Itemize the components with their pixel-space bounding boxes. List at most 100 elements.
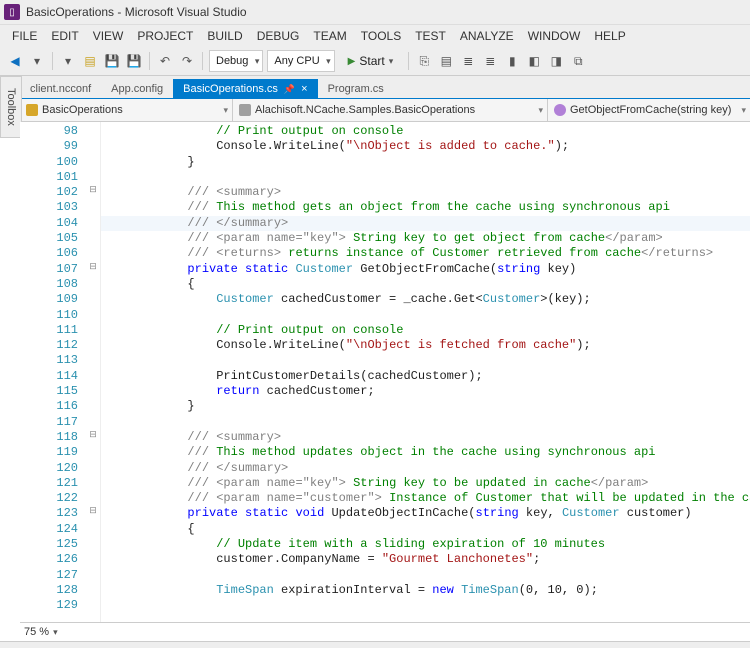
- code-line[interactable]: /// <summary>: [101, 430, 750, 445]
- code-line[interactable]: // Print output on console: [101, 323, 750, 338]
- code-line[interactable]: [101, 415, 750, 430]
- fold-mark[interactable]: [86, 155, 100, 170]
- fold-gutter[interactable]: ⊟⊟⊟⊟: [86, 122, 101, 622]
- zoom-combo[interactable]: 75 % ▾: [20, 622, 750, 641]
- code-line[interactable]: Console.WriteLine("\nObject is added to …: [101, 139, 750, 154]
- tb-icon-2[interactable]: ▤: [437, 52, 455, 70]
- fold-mark[interactable]: [86, 399, 100, 414]
- fold-mark[interactable]: [86, 246, 100, 261]
- class-combo[interactable]: BasicOperations: [20, 99, 233, 121]
- fold-mark[interactable]: [86, 277, 100, 292]
- close-icon[interactable]: ×: [301, 83, 307, 95]
- pin-icon[interactable]: 📌: [284, 84, 295, 95]
- nav-fwd-icon[interactable]: ▾: [28, 52, 46, 70]
- menu-build[interactable]: BUILD: [201, 27, 248, 45]
- code-line[interactable]: /// <param name="key"> String key to get…: [101, 231, 750, 246]
- fold-mark[interactable]: [86, 476, 100, 491]
- menu-team[interactable]: TEAM: [307, 27, 352, 45]
- code-editor[interactable]: 9899100101102103104105106107108109110111…: [20, 122, 750, 622]
- save-all-icon[interactable]: 💾: [125, 52, 143, 70]
- menu-test[interactable]: TEST: [409, 27, 452, 45]
- fold-mark[interactable]: [86, 170, 100, 185]
- fold-mark[interactable]: [86, 522, 100, 537]
- undo-icon[interactable]: ↶: [156, 52, 174, 70]
- code-line[interactable]: [101, 170, 750, 185]
- tb-icon-6[interactable]: ◧: [525, 52, 543, 70]
- nav-back-icon[interactable]: ◀: [6, 52, 24, 70]
- tb-icon-5[interactable]: ▮: [503, 52, 521, 70]
- code-line[interactable]: [101, 598, 750, 613]
- menu-debug[interactable]: DEBUG: [251, 27, 306, 45]
- code-line[interactable]: /// <param name="key"> String key to be …: [101, 476, 750, 491]
- menu-edit[interactable]: EDIT: [45, 27, 84, 45]
- menu-view[interactable]: VIEW: [87, 27, 130, 45]
- fold-mark[interactable]: [86, 491, 100, 506]
- fold-mark[interactable]: [86, 552, 100, 567]
- code-line[interactable]: Console.WriteLine("\nObject is fetched f…: [101, 338, 750, 353]
- code-line[interactable]: Customer cachedCustomer = _cache.Get<Cus…: [101, 292, 750, 307]
- tab-program-cs[interactable]: Program.cs: [318, 79, 394, 98]
- code-area[interactable]: // Print output on console Console.Write…: [101, 122, 750, 622]
- code-line[interactable]: {: [101, 522, 750, 537]
- fold-mark[interactable]: [86, 384, 100, 399]
- tb-icon-8[interactable]: ⧉: [569, 52, 587, 70]
- fold-mark[interactable]: [86, 568, 100, 583]
- tab-basicoperations-cs[interactable]: BasicOperations.cs📌×: [173, 79, 317, 98]
- toolbox-tab[interactable]: Toolbox: [0, 76, 22, 138]
- menu-window[interactable]: WINDOW: [522, 27, 587, 45]
- fold-mark[interactable]: ⊟: [86, 430, 100, 445]
- new-project-icon[interactable]: ▾: [59, 52, 77, 70]
- code-line[interactable]: customer.CompanyName = "Gourmet Lanchone…: [101, 552, 750, 567]
- code-line[interactable]: PrintCustomerDetails(cachedCustomer);: [101, 369, 750, 384]
- fold-mark[interactable]: [86, 292, 100, 307]
- code-line[interactable]: // Update item with a sliding expiration…: [101, 537, 750, 552]
- tb-icon-3[interactable]: ≣: [459, 52, 477, 70]
- fold-mark[interactable]: ⊟: [86, 506, 100, 521]
- fold-mark[interactable]: [86, 415, 100, 430]
- fold-mark[interactable]: [86, 598, 100, 613]
- menu-tools[interactable]: TOOLS: [355, 27, 407, 45]
- code-line[interactable]: /// This method updates object in the ca…: [101, 445, 750, 460]
- code-line[interactable]: }: [101, 155, 750, 170]
- fold-mark[interactable]: [86, 200, 100, 215]
- tab-client-ncconf[interactable]: client.ncconf: [20, 79, 101, 98]
- code-line[interactable]: /// This method gets an object from the …: [101, 200, 750, 215]
- fold-mark[interactable]: [86, 216, 100, 231]
- menu-analyze[interactable]: ANALYZE: [454, 27, 520, 45]
- code-line[interactable]: [101, 353, 750, 368]
- code-line[interactable]: // Print output on console: [101, 124, 750, 139]
- fold-mark[interactable]: ⊟: [86, 185, 100, 200]
- fold-mark[interactable]: [86, 323, 100, 338]
- code-line[interactable]: {: [101, 277, 750, 292]
- code-line[interactable]: [101, 568, 750, 583]
- code-line[interactable]: /// <summary>: [101, 185, 750, 200]
- fold-mark[interactable]: [86, 537, 100, 552]
- open-file-icon[interactable]: ▤: [81, 52, 99, 70]
- fold-mark[interactable]: [86, 583, 100, 598]
- menu-file[interactable]: FILE: [6, 27, 43, 45]
- fold-mark[interactable]: [86, 231, 100, 246]
- fold-mark[interactable]: [86, 461, 100, 476]
- redo-icon[interactable]: ↷: [178, 52, 196, 70]
- config-combo[interactable]: Debug: [209, 50, 263, 72]
- tab-app-config[interactable]: App.config: [101, 79, 173, 98]
- code-line[interactable]: private static Customer GetObjectFromCac…: [101, 262, 750, 277]
- fold-mark[interactable]: [86, 353, 100, 368]
- save-icon[interactable]: 💾: [103, 52, 121, 70]
- tb-icon-1[interactable]: ⎘: [415, 52, 433, 70]
- menu-help[interactable]: HELP: [588, 27, 631, 45]
- namespace-combo[interactable]: Alachisoft.NCache.Samples.BasicOperation…: [233, 99, 548, 121]
- code-line[interactable]: return cachedCustomer;: [101, 384, 750, 399]
- code-line[interactable]: /// <returns> returns instance of Custom…: [101, 246, 750, 261]
- platform-combo[interactable]: Any CPU: [267, 50, 334, 72]
- code-line[interactable]: private static void UpdateObjectInCache(…: [101, 506, 750, 521]
- tb-icon-7[interactable]: ◨: [547, 52, 565, 70]
- tb-icon-4[interactable]: ≣: [481, 52, 499, 70]
- fold-mark[interactable]: [86, 338, 100, 353]
- member-combo[interactable]: GetObjectFromCache(string key): [548, 99, 750, 121]
- code-line[interactable]: TimeSpan expirationInterval = new TimeSp…: [101, 583, 750, 598]
- code-line[interactable]: /// </summary>: [101, 216, 750, 231]
- fold-mark[interactable]: [86, 445, 100, 460]
- code-line[interactable]: /// <param name="customer"> Instance of …: [101, 491, 750, 506]
- start-debug-button[interactable]: ▶ Start ▾: [339, 50, 403, 72]
